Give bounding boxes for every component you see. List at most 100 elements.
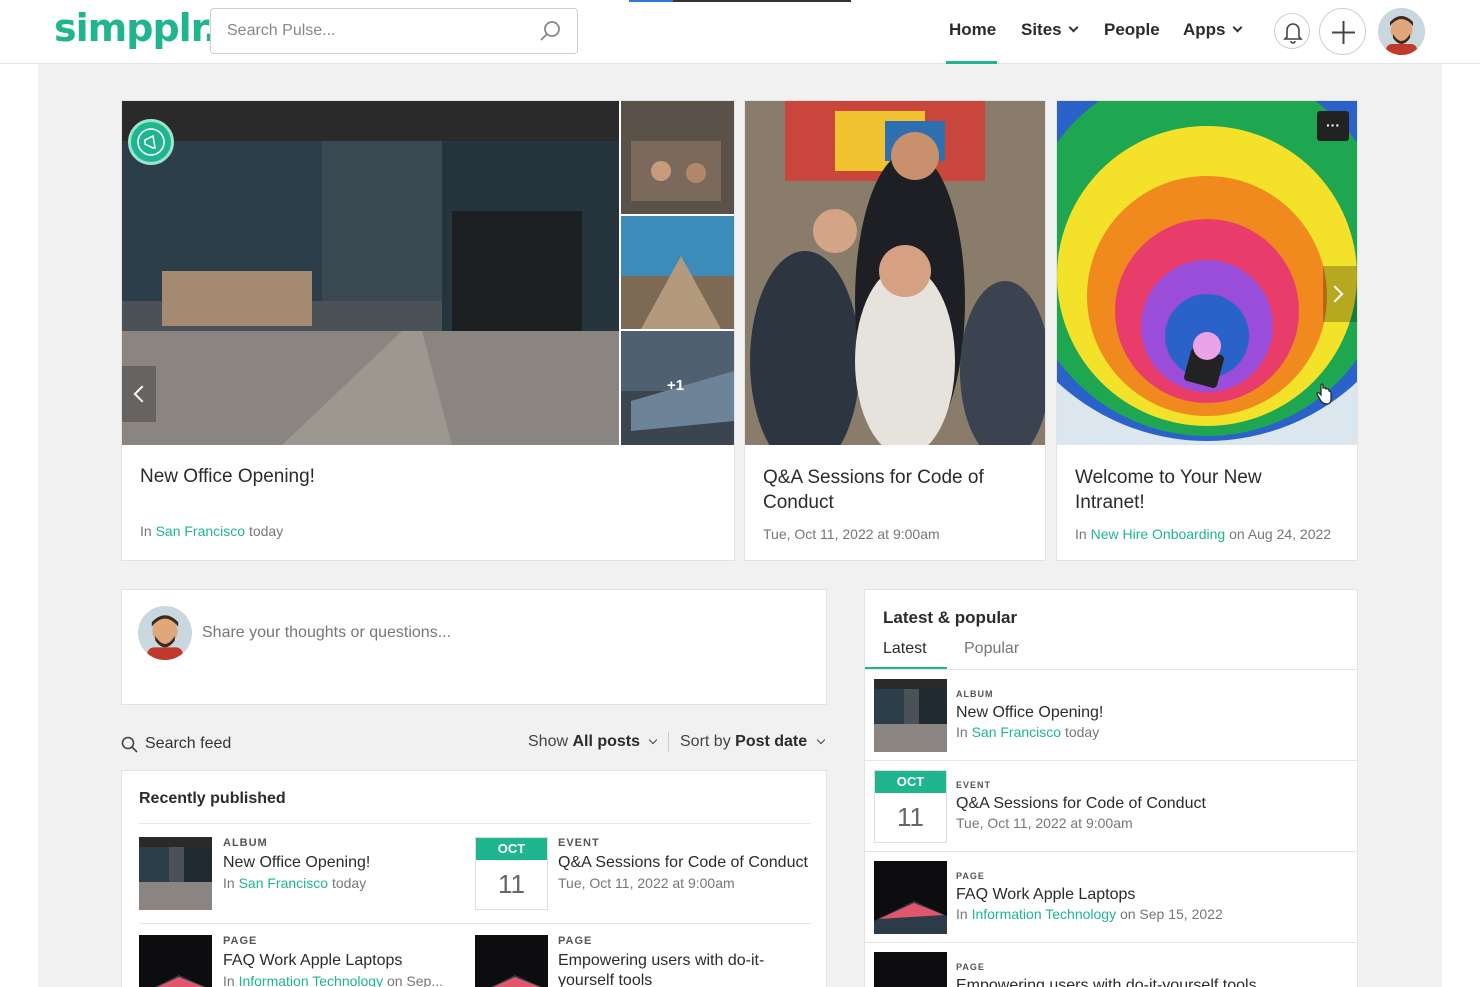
plus-icon <box>1332 21 1355 44</box>
recent-item-3[interactable]: PAGE FAQ Work Apple Laptops In Informati… <box>223 935 463 987</box>
item-title[interactable]: Empowering users with do-it-yourself too… <box>558 951 798 987</box>
item-title[interactable]: FAQ Work Apple Laptops <box>223 951 463 971</box>
divider <box>865 760 1357 761</box>
simpplr-logo[interactable]: simpplr. <box>54 6 217 50</box>
chevron-down-icon <box>1232 22 1242 33</box>
site-link[interactable]: San Francisco <box>239 875 328 891</box>
featured-card-office[interactable]: +1 New Office Opening! In San Francisco … <box>121 100 735 561</box>
loading-bar <box>629 0 851 2</box>
item-meta: Tue, Oct 11, 2022 at 9:00am <box>558 875 735 891</box>
recent-item-2[interactable]: EVENT Q&A Sessions for Code of Conduct T… <box>558 837 808 891</box>
card-menu-button[interactable]: ··· <box>1317 111 1349 141</box>
divider <box>865 851 1357 852</box>
chevron-down-icon <box>816 735 825 745</box>
divider <box>865 942 1357 943</box>
office-thumb-3[interactable]: +1 <box>621 331 734 445</box>
post-composer[interactable] <box>121 589 827 705</box>
chevron-right-icon <box>1326 285 1344 303</box>
nav-sites[interactable]: Sites <box>1021 20 1079 40</box>
item-thumbnail[interactable] <box>874 952 947 987</box>
divider <box>865 669 1357 670</box>
item-title[interactable]: Empowering users with do-it-yourself too… <box>956 976 1346 987</box>
tab-latest[interactable]: Latest <box>883 640 927 658</box>
nav-people[interactable]: People <box>1104 20 1160 40</box>
create-button[interactable] <box>1319 8 1366 55</box>
item-title[interactable]: Q&A Sessions for Code of Conduct <box>956 794 1346 814</box>
latest-popular-card: Latest & popular Latest Popular ALBUM Ne… <box>864 589 1358 987</box>
announcement-badge <box>128 119 174 165</box>
item-thumbnail[interactable] <box>874 861 947 934</box>
qa-event-image <box>745 101 1045 445</box>
composer-input[interactable] <box>202 622 762 644</box>
nav-home[interactable]: Home <box>949 20 996 40</box>
item-title[interactable]: Q&A Sessions for Code of Conduct <box>558 853 808 873</box>
megaphone-icon <box>137 128 165 156</box>
search-icon <box>121 736 138 753</box>
latest-item-4[interactable]: PAGE Empowering users with do-it-yoursel… <box>956 962 1346 987</box>
composer-avatar <box>138 606 192 660</box>
item-thumbnail[interactable] <box>475 935 548 987</box>
featured-title[interactable]: Q&A Sessions for Code of Conduct <box>763 465 1013 515</box>
show-filter-dropdown[interactable]: Show All posts <box>528 733 658 751</box>
notifications-button[interactable] <box>1274 13 1310 49</box>
avatar-image <box>1378 8 1425 55</box>
featured-meta: In San Francisco today <box>140 523 284 539</box>
item-meta: In San Francisco today <box>223 875 367 891</box>
recently-published-title: Recently published <box>139 790 286 807</box>
global-search-input[interactable] <box>227 20 527 42</box>
sort-dropdown[interactable]: Sort by Post date <box>680 733 825 751</box>
featured-title[interactable]: New Office Opening! <box>140 464 315 489</box>
recent-item-4[interactable]: PAGE Empowering users with do-it-yoursel… <box>558 935 798 987</box>
featured-card-intranet[interactable]: ··· Welcome to Your New Intranet! In New… <box>1056 100 1358 561</box>
featured-title[interactable]: Welcome to Your New Intranet! <box>1075 465 1335 515</box>
item-title[interactable]: FAQ Work Apple Laptops <box>956 885 1346 905</box>
latest-item-2[interactable]: EVENT Q&A Sessions for Code of Conduct T… <box>956 780 1346 831</box>
filter-divider <box>668 732 669 752</box>
divider <box>139 923 811 924</box>
global-search[interactable] <box>210 8 578 54</box>
item-thumbnail[interactable] <box>139 935 212 987</box>
item-title[interactable]: New Office Opening! <box>956 703 1346 723</box>
recent-item-1[interactable]: ALBUM New Office Opening! In San Francis… <box>223 837 463 891</box>
nav-active-indicator <box>946 61 997 64</box>
site-link[interactable]: San Francisco <box>156 523 245 539</box>
featured-meta: Tue, Oct 11, 2022 at 9:00am <box>763 526 940 542</box>
office-hero-image <box>122 101 619 445</box>
event-calendar-badge: OCT 11 <box>874 770 947 843</box>
hand-cursor-icon <box>1316 383 1332 405</box>
latest-item-3[interactable]: PAGE FAQ Work Apple Laptops In Informati… <box>956 871 1346 922</box>
bell-icon <box>1283 23 1303 44</box>
item-title[interactable]: New Office Opening! <box>223 853 463 873</box>
item-thumbnail[interactable] <box>874 679 947 752</box>
carousel-prev-button[interactable] <box>122 366 156 422</box>
event-calendar-badge: OCT 11 <box>475 837 548 910</box>
nav-apps[interactable]: Apps <box>1183 20 1242 40</box>
chevron-left-icon <box>133 385 151 403</box>
item-thumbnail[interactable] <box>139 837 212 910</box>
latest-item-1[interactable]: ALBUM New Office Opening! In San Francis… <box>956 689 1346 740</box>
featured-card-qa[interactable]: Q&A Sessions for Code of Conduct Tue, Oc… <box>744 100 1046 561</box>
featured-meta: In New Hire Onboarding on Aug 24, 2022 <box>1075 526 1332 542</box>
tab-popular[interactable]: Popular <box>964 640 1019 658</box>
item-meta: Tue, Oct 11, 2022 at 9:00am <box>956 815 1133 831</box>
office-thumb-1 <box>621 101 734 214</box>
recently-published-card: Recently published ALBUM New Office Open… <box>121 770 827 987</box>
office-thumb-2 <box>621 216 734 329</box>
item-meta: In Information Technology on Sep... <box>223 973 444 987</box>
top-header: simpplr. Home Sites People Apps <box>0 0 1480 64</box>
divider <box>139 823 811 824</box>
site-link[interactable]: Information Technology <box>239 973 384 987</box>
item-meta: In Information Technology on Sep 15, 202… <box>956 906 1223 922</box>
more-photos-count: +1 <box>667 377 685 394</box>
site-link[interactable]: Information Technology <box>972 906 1117 922</box>
latest-popular-title: Latest & popular <box>883 608 1018 627</box>
item-meta: In San Francisco today <box>956 724 1100 740</box>
feed-search-label: Search feed <box>145 735 232 752</box>
balloon-image <box>1057 101 1357 445</box>
carousel-next-button[interactable] <box>1323 266 1357 322</box>
site-link[interactable]: New Hire Onboarding <box>1091 526 1226 542</box>
chevron-down-icon <box>1068 22 1079 33</box>
search-icon[interactable] <box>539 20 561 42</box>
site-link[interactable]: San Francisco <box>972 724 1061 740</box>
user-avatar[interactable] <box>1378 8 1425 55</box>
